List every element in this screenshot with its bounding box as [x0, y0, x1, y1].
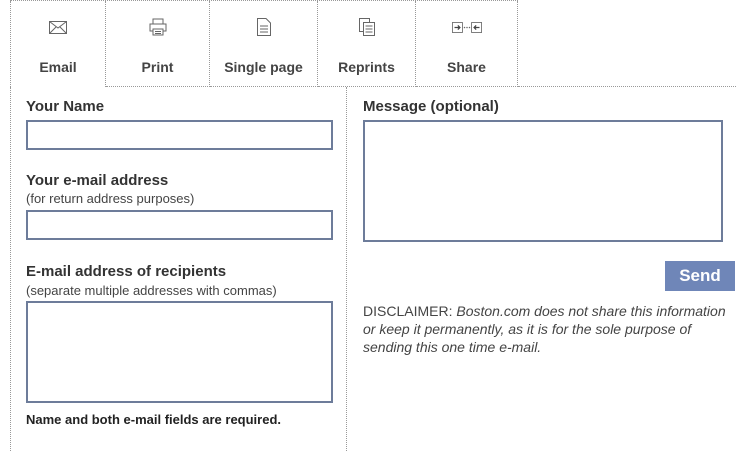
- your-email-input[interactable]: [26, 210, 333, 240]
- tab-reprints-label: Reprints: [338, 59, 395, 75]
- message-column: Message (optional) Send DISCLAIMER: Bost…: [363, 87, 736, 451]
- your-name-input[interactable]: [26, 120, 333, 150]
- send-button[interactable]: Send: [665, 261, 735, 291]
- required-note: Name and both e-mail fields are required…: [26, 412, 282, 427]
- tab-print[interactable]: Print: [106, 1, 210, 87]
- tab-single-page-label: Single page: [224, 59, 303, 75]
- document-icon: [249, 15, 279, 39]
- disclaimer-prefix: DISCLAIMER:: [363, 303, 457, 319]
- your-email-label: Your e-mail address: [26, 172, 169, 189]
- message-textarea[interactable]: [363, 120, 723, 242]
- recipients-label: E-mail address of recipients: [26, 263, 227, 280]
- tab-email-label: Email: [39, 59, 77, 75]
- tab-print-label: Print: [141, 59, 174, 75]
- article-toolbar: Email Print Single page Reprints Share: [10, 0, 518, 88]
- copies-icon: [352, 15, 382, 39]
- share-icon: [451, 15, 482, 39]
- tab-email[interactable]: Email: [10, 1, 106, 87]
- tab-single-page[interactable]: Single page: [210, 1, 318, 87]
- your-name-label: Your Name: [26, 98, 105, 115]
- recipients-hint: (separate multiple addresses with commas…: [26, 283, 277, 298]
- tab-share[interactable]: Share: [416, 1, 518, 87]
- sender-column: Your Name Your e-mail address (for retur…: [10, 87, 347, 451]
- message-label: Message (optional): [363, 98, 499, 115]
- envelope-icon: [43, 15, 73, 39]
- disclaimer: DISCLAIMER: Boston.com does not share th…: [363, 302, 736, 356]
- recipients-textarea[interactable]: [26, 301, 333, 403]
- tab-reprints[interactable]: Reprints: [318, 1, 416, 87]
- printer-icon: [143, 15, 173, 39]
- tab-share-label: Share: [447, 59, 486, 75]
- your-email-hint: (for return address purposes): [26, 191, 195, 206]
- email-article-panel: Email Print Single page Reprints Share Y…: [10, 0, 736, 451]
